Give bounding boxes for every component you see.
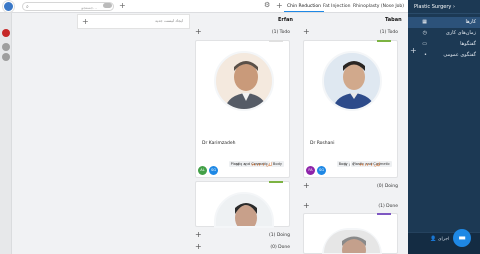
card-title: Dr Roshani xyxy=(310,141,335,146)
top-bar: ⌕ جستجو... + ⚙ + Chin Reduction Fat Inje… xyxy=(0,0,408,13)
due-date: ۲۹ آبان ۱۴۰۲ xyxy=(251,162,273,167)
new-list-column[interactable]: + ایجاد لیست جدید xyxy=(77,14,190,29)
add-tab-icon[interactable]: + xyxy=(276,1,283,11)
task-card[interactable]: Dr Roshani Body Plastic and Cosmetic ✉ ۱ … xyxy=(303,40,398,178)
section-doing: + (0) Doing xyxy=(303,181,398,190)
add-list-icon[interactable]: + xyxy=(82,15,89,29)
clock-icon[interactable] xyxy=(2,43,10,51)
section-doing: + (1) Doing xyxy=(195,230,290,239)
section-todo: + (1) Todo xyxy=(303,27,398,36)
card-meta: ✉ ۱ ✎ ۰ ۲۹ آبان ۱۴۰۲ xyxy=(344,162,381,167)
search-input[interactable]: ⌕ جستجو... xyxy=(22,2,114,11)
add-card-icon[interactable]: + xyxy=(303,201,310,210)
card-tags: Body Plastic and Cosmetic xyxy=(336,161,392,167)
board-icon: ▦ xyxy=(422,19,427,25)
app-root: ⌕ جستجو... + ⚙ + Chin Reduction Fat Inje… xyxy=(0,0,480,254)
card-status-bar xyxy=(377,213,391,215)
chat-button[interactable]: ▬ xyxy=(453,229,471,247)
card-tags: Plastic and Cosmetic Body xyxy=(228,161,284,167)
bullet-icon: • xyxy=(424,52,427,58)
search-icon: ⌕ xyxy=(26,4,29,10)
attachment-icon: ✎ xyxy=(351,162,355,167)
sidebar-item-timesheets[interactable]: ◷ زمان‌های کاری xyxy=(408,28,480,39)
card-title: Dr Karimzadeh xyxy=(202,141,236,146)
doctor-photo xyxy=(322,51,382,111)
add-card-icon[interactable]: + xyxy=(303,181,310,190)
add-card-icon[interactable]: + xyxy=(195,27,202,36)
card-status-bar xyxy=(269,181,283,183)
task-card[interactable] xyxy=(303,213,398,254)
tab-rhinoplasty[interactable]: Rhinoplasty (Nose Job) xyxy=(350,2,407,12)
add-card-icon[interactable]: + xyxy=(195,230,202,239)
assignee-avatar[interactable]: FA xyxy=(306,166,315,175)
view-toggle[interactable] xyxy=(103,3,112,8)
left-gutter xyxy=(0,13,12,254)
doctor-photo xyxy=(214,192,274,228)
clock-icon: ◷ xyxy=(422,30,427,36)
chevron-right-icon: › xyxy=(452,4,455,10)
add-card-icon[interactable]: + xyxy=(303,27,310,36)
card-status-bar xyxy=(377,40,391,42)
notification-icon[interactable] xyxy=(2,29,10,37)
assignee-avatar[interactable]: AL xyxy=(198,166,207,175)
section-done: + (1) Done xyxy=(303,201,398,210)
add-icon[interactable]: + xyxy=(119,1,126,11)
assignee-avatar[interactable]: SG xyxy=(209,166,218,175)
section-todo: + (1) Todo xyxy=(195,27,290,36)
section-done: + (0) Done xyxy=(195,242,290,251)
sidebar: Plastic Surgery › ▦ کارها ◷ زمان‌های کار… xyxy=(408,0,480,254)
sidebar-item-public-chat[interactable]: • گفتگوی عمومی xyxy=(408,50,480,61)
add-icon[interactable]: + xyxy=(410,46,417,55)
sidebar-item-tasks[interactable]: ▦ کارها xyxy=(408,17,480,28)
column-title-erfan: Erfan xyxy=(278,17,293,23)
card-status-bar xyxy=(269,40,283,42)
due-date: ۲۹ آبان ۱۴۰۲ xyxy=(359,162,381,167)
attachment-icon: ✎ xyxy=(243,162,247,167)
card-meta: ✉ ۱ ✎ ۰ ۲۹ آبان ۱۴۰۲ xyxy=(236,162,273,167)
comment-icon: ✉ xyxy=(344,162,348,167)
eye-icon[interactable] xyxy=(2,53,10,61)
doctor-photo xyxy=(214,51,274,111)
chat-icon: ▬ xyxy=(458,233,466,242)
add-card-icon[interactable]: + xyxy=(195,242,202,251)
column-title-taban: Taban xyxy=(385,17,402,23)
sidebar-title[interactable]: Plastic Surgery › xyxy=(408,0,480,14)
task-card[interactable]: Dr Karimzadeh Plastic and Cosmetic Body ✉… xyxy=(195,40,290,178)
assignee-avatar[interactable]: SG xyxy=(317,166,326,175)
user-icon: 👤 xyxy=(430,236,437,242)
tab-fat-injection[interactable]: Fat Injection xyxy=(320,2,353,12)
comment-icon: ✉ xyxy=(236,162,240,167)
doctor-photo xyxy=(322,228,382,254)
user-avatar[interactable] xyxy=(3,1,14,12)
task-card[interactable] xyxy=(195,181,290,228)
gear-icon[interactable]: ⚙ xyxy=(264,1,270,9)
chat-icon: ▭ xyxy=(422,41,427,47)
sidebar-item-chats[interactable]: ▭ گفتگوها xyxy=(408,39,480,50)
tab-chin-reduction[interactable]: Chin Reduction xyxy=(284,2,325,12)
